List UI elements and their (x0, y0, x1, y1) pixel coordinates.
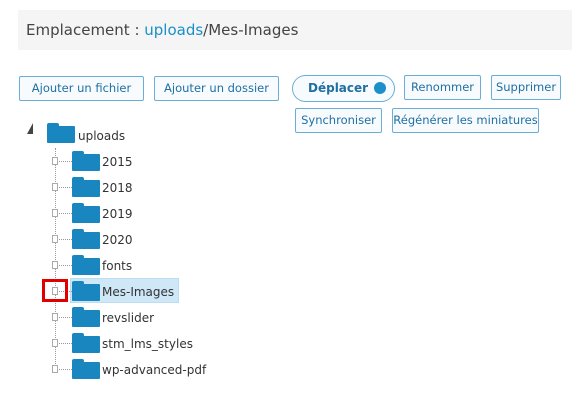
collapse-icon[interactable] (26, 122, 34, 135)
folder-icon (72, 177, 100, 197)
folder-icon (47, 123, 75, 143)
tree-node-label[interactable]: 2018 (102, 177, 133, 199)
tree-node-label[interactable]: wp-advanced-pdf (102, 359, 206, 381)
tree-connector-line (56, 187, 72, 188)
annotation-highlight-box (42, 279, 68, 302)
tree-connector-line (56, 343, 72, 344)
tree-connector-line (56, 239, 72, 240)
folder-icon (72, 151, 100, 171)
folder-icon (72, 229, 100, 249)
tree-node-label-selected[interactable]: Mes-Images (102, 281, 174, 303)
tree-trunk-line (55, 148, 56, 370)
tree-node-label[interactable]: 2015 (102, 151, 133, 173)
tree-connector-line (56, 265, 72, 266)
folder-icon (72, 203, 100, 223)
folder-icon (72, 281, 100, 301)
tree-node-label[interactable]: stm_lms_styles (102, 333, 193, 355)
tree-node-root-label[interactable]: uploads (78, 125, 125, 147)
expander-icon[interactable] (52, 365, 58, 373)
expander-icon[interactable] (52, 313, 58, 321)
tree-node-label[interactable]: 2020 (102, 229, 133, 251)
expander-icon[interactable] (52, 261, 58, 269)
tree-node-label[interactable]: fonts (102, 255, 132, 277)
expander-icon[interactable] (52, 339, 58, 347)
folder-icon (72, 333, 100, 353)
folder-icon (72, 307, 100, 327)
expander-icon[interactable] (52, 235, 58, 243)
folder-icon (72, 359, 100, 379)
tree-node-label[interactable]: revslider (102, 307, 154, 329)
tree-connector-line (56, 161, 72, 162)
tree-connector-line (56, 369, 72, 370)
tree-node-label[interactable]: 2019 (102, 203, 133, 225)
tree-connector-line (56, 317, 72, 318)
expander-icon[interactable] (52, 157, 58, 165)
tree-connector-line (56, 213, 72, 214)
folder-icon (72, 255, 100, 275)
expander-icon[interactable] (52, 209, 58, 217)
folder-tree: uploads 2015 2018 2019 2020 fonts Mes-Im… (0, 0, 572, 399)
expander-icon[interactable] (52, 183, 58, 191)
